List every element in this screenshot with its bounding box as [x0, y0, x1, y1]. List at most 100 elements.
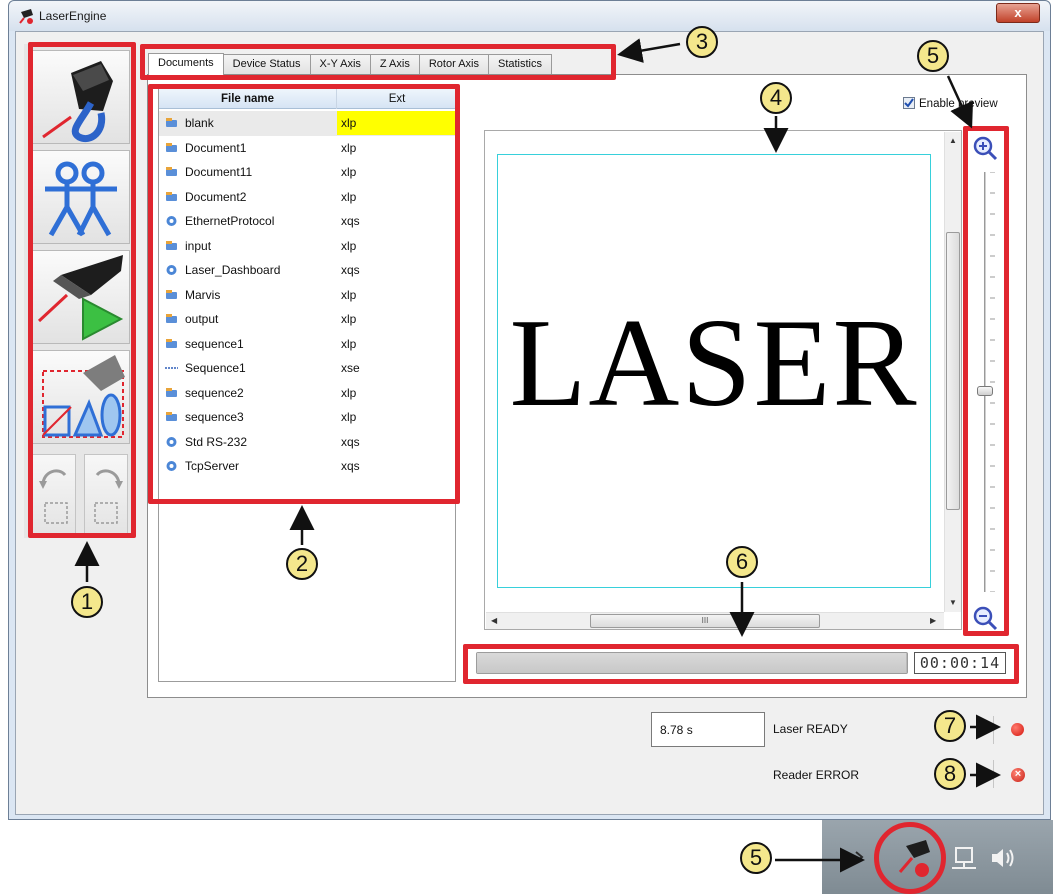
- callout-badge: 8: [934, 758, 966, 790]
- progress-fill: [477, 653, 907, 673]
- file-row[interactable]: TcpServer xqs: [159, 454, 455, 479]
- laser-status-label: Laser READY: [773, 722, 848, 736]
- file-row[interactable]: sequence1 xlp: [159, 332, 455, 357]
- scroll-up-icon[interactable]: ▲: [949, 136, 957, 145]
- layout-shapes-icon: [42, 355, 125, 438]
- tab-rotor-axis[interactable]: Rotor Axis: [418, 54, 489, 74]
- gear-icon: [165, 436, 178, 448]
- document-icon: [165, 289, 178, 301]
- laser-head-icon: [42, 61, 113, 142]
- file-name: Document11: [185, 165, 253, 179]
- file-row[interactable]: blank xlp: [159, 111, 457, 136]
- zoom-slider-track[interactable]: [984, 172, 986, 592]
- column-ext[interactable]: Ext: [337, 89, 457, 109]
- left-toolbar: [24, 44, 136, 538]
- callout-badge: 5: [740, 842, 772, 874]
- file-row[interactable]: Document11 xlp: [159, 160, 455, 185]
- reader-status-label: Reader ERROR: [773, 768, 860, 782]
- file-row[interactable]: input xlp: [159, 234, 455, 259]
- file-name: Std RS-232: [185, 434, 248, 449]
- progress-bar: [476, 652, 908, 674]
- file-ext: xlp: [341, 385, 357, 400]
- horizontal-scrollbar[interactable]: ◀ III ▶: [486, 612, 944, 629]
- network-icon[interactable]: [950, 844, 978, 872]
- elapsed-timer: 00:00:14: [914, 652, 1006, 674]
- file-name: Document2: [185, 189, 247, 204]
- file-ext: xlp: [337, 111, 457, 135]
- volume-icon[interactable]: [990, 846, 1016, 870]
- document-icon: [165, 411, 178, 423]
- file-row[interactable]: Sequence1 xse: [159, 356, 455, 381]
- laser-status-led-icon: [1011, 723, 1024, 736]
- status-separator: [993, 716, 994, 744]
- file-name: EthernetProtocol: [185, 214, 275, 228]
- horizontal-scroll-thumb[interactable]: III: [590, 614, 820, 628]
- tab-z-axis[interactable]: Z Axis: [369, 54, 420, 74]
- document-icon: [165, 142, 178, 154]
- redo-button[interactable]: [84, 454, 128, 534]
- checkbox-checked-icon[interactable]: [903, 97, 915, 109]
- scroll-right-icon[interactable]: ▶: [930, 616, 936, 625]
- tray-arrow-icon[interactable]: [852, 850, 866, 864]
- run-button[interactable]: [30, 250, 130, 344]
- vertical-scrollbar[interactable]: ▲ ▼: [944, 132, 961, 612]
- zoom-slider-thumb[interactable]: [977, 386, 993, 396]
- file-row[interactable]: output xlp: [159, 307, 455, 332]
- document-icon: [165, 338, 178, 350]
- redo-arrow-icon: [94, 469, 123, 524]
- run-laser-icon: [37, 255, 124, 341]
- tray-highlight-circle: [874, 822, 946, 894]
- zoom-ticks: [990, 172, 995, 592]
- users-icon: [45, 161, 117, 237]
- callout-badge: 4: [760, 82, 792, 114]
- tab-statistics[interactable]: Statistics: [487, 54, 552, 74]
- status-separator: [993, 760, 994, 788]
- scroll-left-icon[interactable]: ◀: [491, 616, 497, 625]
- preview-canvas[interactable]: LASER: [497, 154, 931, 588]
- file-row[interactable]: Laser_Dashboard xqs: [159, 258, 455, 283]
- file-name: TcpServer: [185, 459, 240, 473]
- gear-icon: [165, 215, 178, 227]
- laser-app-icon: [19, 9, 33, 24]
- file-row[interactable]: sequence3 xlp: [159, 405, 455, 430]
- document-icon: [165, 191, 178, 203]
- file-row[interactable]: Marvis xlp: [159, 283, 455, 308]
- file-row[interactable]: EthernetProtocol xqs: [159, 209, 455, 234]
- tab-xy-axis[interactable]: X-Y Axis: [309, 54, 371, 74]
- undo-button[interactable]: [32, 454, 76, 534]
- tab-device-status[interactable]: Device Status: [222, 54, 311, 74]
- enable-preview-checkbox[interactable]: Enable preview: [903, 97, 998, 110]
- undo-arrow-icon: [39, 469, 68, 524]
- gear-icon: [165, 264, 178, 276]
- close-button[interactable]: x: [996, 3, 1040, 23]
- zoom-out-icon[interactable]: [972, 605, 998, 631]
- file-name: sequence2: [185, 385, 244, 400]
- callout-badge: 7: [934, 710, 966, 742]
- zoom-in-icon[interactable]: [972, 135, 998, 161]
- title-bar[interactable]: LaserEngine x: [9, 1, 1050, 31]
- laser-marking-button[interactable]: [30, 50, 130, 144]
- file-list-header: File name Ext: [159, 89, 455, 109]
- callout-badge: 3: [686, 26, 718, 58]
- column-file-name[interactable]: File name: [159, 89, 337, 109]
- file-name: input: [185, 238, 212, 253]
- file-row[interactable]: sequence2 xlp: [159, 381, 455, 406]
- file-ext: xlp: [341, 238, 357, 253]
- file-row[interactable]: Document1 xlp: [159, 136, 455, 161]
- scroll-down-icon[interactable]: ▼: [949, 598, 957, 607]
- layout-button[interactable]: [30, 350, 130, 444]
- file-ext: xlp: [341, 410, 357, 424]
- preview-text: LASER: [509, 294, 919, 433]
- tab-documents[interactable]: Documents: [148, 53, 224, 75]
- file-row[interactable]: Std RS-232 xqs: [159, 430, 455, 455]
- file-name: sequence1: [185, 336, 244, 351]
- callout-badge: 2: [286, 548, 318, 580]
- callout-badge: 5: [917, 40, 949, 72]
- file-ext: xse: [341, 361, 360, 375]
- users-button[interactable]: [30, 150, 130, 244]
- window-title: LaserEngine: [39, 9, 107, 23]
- file-row[interactable]: Document2 xlp: [159, 185, 455, 210]
- vertical-scroll-thumb[interactable]: [946, 232, 960, 510]
- callout-badge: 1: [71, 586, 103, 618]
- file-list[interactable]: File name Ext blank xlp Document1 xlp Docume…: [158, 88, 457, 682]
